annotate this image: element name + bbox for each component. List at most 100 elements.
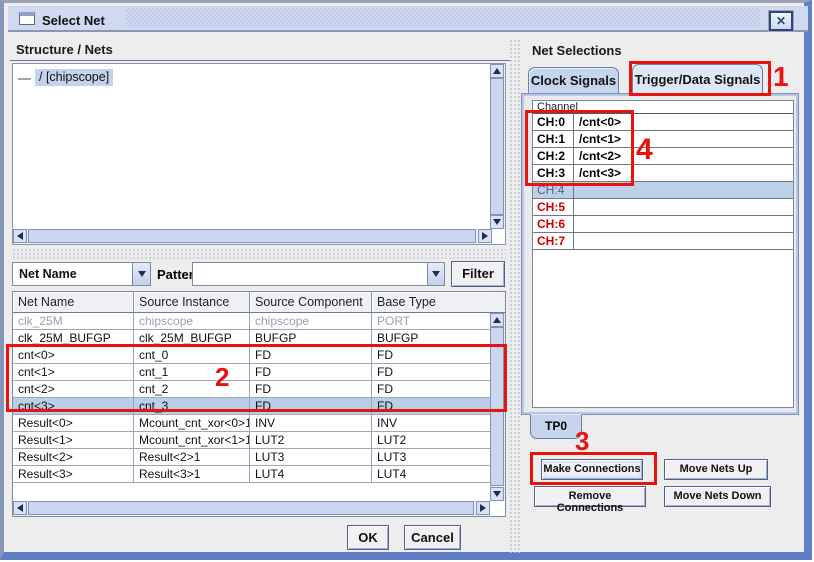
scroll-down-button[interactable]: [490, 215, 504, 229]
filter-button[interactable]: Filter: [451, 261, 505, 287]
channel-net: [574, 182, 793, 198]
table-row[interactable]: cnt<3>cnt_3FDFD: [13, 398, 490, 415]
table-cell: Result<2>1: [134, 449, 250, 466]
table-cell: BUFGP: [372, 330, 490, 347]
table-cell: Result<3>: [13, 466, 134, 483]
left-arrow-icon: [17, 232, 23, 240]
dialog-frame: Select Net ✕ Structure / Nets / [chipsco…: [0, 0, 812, 560]
table-row[interactable]: clk_25MchipscopechipscopePORT: [13, 313, 490, 330]
table-cell: FD: [372, 381, 490, 398]
column-header[interactable]: Source Component: [250, 292, 372, 313]
scrollbar-thumb[interactable]: [28, 501, 474, 515]
scrollbar-thumb[interactable]: [28, 229, 476, 243]
channel-label: CH:1: [533, 131, 574, 147]
up-arrow-icon: [493, 317, 501, 323]
table-row[interactable]: Result<0>Mcount_cnt_xor<0>11...INVINV: [13, 415, 490, 432]
channel-net: /cnt<2>: [574, 148, 793, 164]
table-cell: FD: [250, 398, 372, 415]
table-row[interactable]: cnt<1>cnt_1FDFD: [13, 364, 490, 381]
window-icon: [19, 12, 35, 25]
scroll-up-button[interactable]: [490, 313, 504, 327]
channel-row[interactable]: CH:2/cnt<2>: [533, 148, 793, 165]
scroll-right-button[interactable]: [478, 229, 492, 243]
table-cell: FD: [250, 364, 372, 381]
channel-row[interactable]: CH:4: [533, 182, 793, 199]
table-cell: LUT2: [372, 432, 490, 449]
combo-value: Net Name: [13, 267, 132, 281]
column-header[interactable]: Source Instance: [134, 292, 250, 313]
structure-tree-panel[interactable]: [12, 63, 506, 245]
channel-label: CH:4: [533, 182, 574, 198]
column-header[interactable]: Base Type: [372, 292, 490, 313]
table-cell: Mcount_cnt_xor<1>11: [134, 432, 250, 449]
table-row[interactable]: Result<2>Result<2>1LUT3LUT3: [13, 449, 490, 466]
table-cell: clk_25M_BUFGP: [134, 330, 250, 347]
cancel-button[interactable]: Cancel: [404, 525, 461, 550]
channel-label: CH:5: [533, 199, 574, 215]
structure-nets-header: Structure / Nets: [16, 42, 113, 57]
table-cell: cnt<0>: [13, 347, 134, 364]
table-row[interactable]: Result<1>Mcount_cnt_xor<1>11LUT2LUT2: [13, 432, 490, 449]
ok-button[interactable]: OK: [347, 525, 389, 550]
channel-row[interactable]: CH:6: [533, 216, 793, 233]
channel-label: CH:2: [533, 148, 574, 164]
channel-net: /cnt<0>: [574, 114, 793, 130]
tab-tp0[interactable]: TP0: [530, 414, 582, 439]
table-row[interactable]: cnt<0>cnt_0FDFD: [13, 347, 490, 364]
table-row[interactable]: Result<3>Result<3>1LUT4LUT4: [13, 466, 490, 483]
channel-row[interactable]: CH:1/cnt<1>: [533, 131, 793, 148]
close-button[interactable]: ✕: [769, 11, 793, 31]
splitter[interactable]: [12, 248, 506, 259]
channel-label: CH:6: [533, 216, 574, 232]
tab-clock-signals[interactable]: Clock Signals: [528, 67, 619, 93]
net-table-horizontal-scrollbar[interactable]: [13, 501, 490, 516]
tree-horizontal-scrollbar[interactable]: [13, 229, 492, 244]
scroll-left-button[interactable]: [13, 229, 27, 243]
table-cell: FD: [372, 347, 490, 364]
channel-row[interactable]: CH:3/cnt<3>: [533, 165, 793, 182]
move-nets-down-button[interactable]: Move Nets Down: [664, 486, 771, 507]
channel-net: /cnt<3>: [574, 165, 793, 181]
pattern-combo-arrow-button[interactable]: [427, 262, 445, 286]
pattern-input[interactable]: [192, 262, 427, 286]
channel-row[interactable]: CH:0/cnt<0>: [533, 114, 793, 131]
table-cell: Mcount_cnt_xor<0>11...: [134, 415, 250, 432]
channel-row[interactable]: CH:7: [533, 233, 793, 250]
table-cell: FD: [372, 364, 490, 381]
scroll-up-button[interactable]: [490, 64, 504, 78]
tree-expander-line: [18, 78, 31, 80]
header-divider: [10, 60, 510, 61]
scrollbar-thumb[interactable]: [490, 327, 504, 486]
move-nets-up-button[interactable]: Move Nets Up: [664, 459, 768, 480]
column-header[interactable]: Net Name: [13, 292, 134, 313]
scroll-left-button[interactable]: [13, 501, 27, 515]
scroll-down-button[interactable]: [490, 487, 504, 501]
tab-trigger-data-signals[interactable]: Trigger/Data Signals: [632, 64, 763, 93]
channel-column-header: Channel: [533, 101, 793, 114]
scrollbar-thumb[interactable]: [490, 78, 504, 215]
tree-vertical-scrollbar[interactable]: [490, 64, 505, 229]
channel-label: CH:3: [533, 165, 574, 181]
panel-gap-texture: [509, 39, 520, 553]
scroll-right-button[interactable]: [476, 501, 490, 515]
table-cell: chipscope: [250, 313, 372, 330]
table-cell: cnt<2>: [13, 381, 134, 398]
title-bar[interactable]: Select Net ✕: [8, 6, 808, 32]
table-cell: LUT3: [372, 449, 490, 466]
channel-net: [574, 199, 793, 215]
combo-arrow-button[interactable]: [132, 263, 150, 285]
tree-node-chipscope[interactable]: / [chipscope]: [35, 69, 113, 86]
net-name-field-selector[interactable]: Net Name: [12, 262, 151, 286]
table-cell: LUT4: [372, 466, 490, 483]
channel-row[interactable]: CH:5: [533, 199, 793, 216]
select-net-dialog: Select Net ✕ Structure / Nets / [chipsco…: [0, 0, 814, 562]
channel-table: Channel CH:0/cnt<0>CH:1/cnt<1>CH:2/cnt<2…: [532, 100, 794, 408]
table-row[interactable]: cnt<2>cnt_2FDFD: [13, 381, 490, 398]
table-row[interactable]: clk_25M_BUFGPclk_25M_BUFGPBUFGPBUFGP: [13, 330, 490, 347]
net-table-vertical-scrollbar[interactable]: [490, 313, 505, 501]
table-cell: INV: [372, 415, 490, 432]
remove-connections-button[interactable]: Remove Connections: [534, 486, 646, 507]
chevron-down-icon: [138, 271, 146, 277]
make-connections-button[interactable]: Make Connections: [541, 459, 643, 480]
table-cell: cnt_3: [134, 398, 250, 415]
